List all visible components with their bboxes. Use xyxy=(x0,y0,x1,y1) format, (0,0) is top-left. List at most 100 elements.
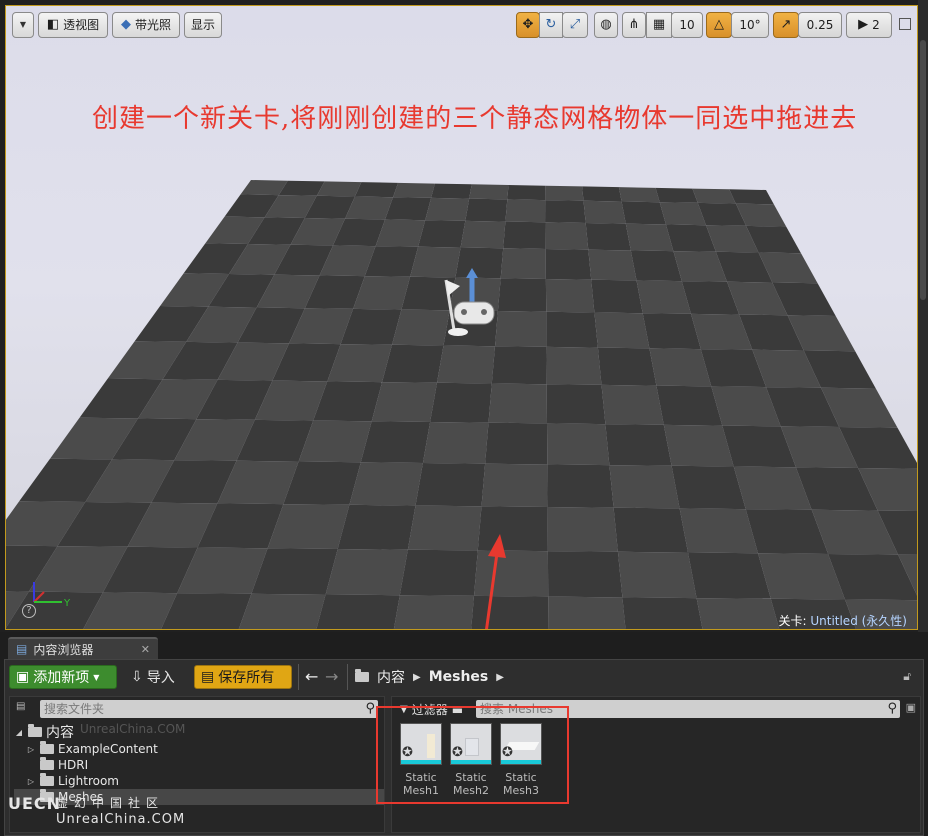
scale-snap-icon: ↗ xyxy=(780,17,792,32)
lit-mode-button[interactable]: ◆ 带光照 xyxy=(112,12,180,38)
floor-tile xyxy=(622,597,703,629)
tree-item[interactable]: ▷ Lightroom xyxy=(14,773,384,789)
expand-tree-icon[interactable]: ▤ xyxy=(16,701,25,712)
floor-tile xyxy=(385,197,432,221)
floor-tile xyxy=(692,188,736,204)
floor-tile xyxy=(545,200,586,223)
rotate-icon: ↻ xyxy=(545,17,557,32)
selection-highlight-annotation xyxy=(376,706,569,804)
expand-arrow-icon[interactable]: ◢ xyxy=(14,728,24,737)
add-icon: ▣ xyxy=(16,669,30,685)
level-viewport[interactable]: ▼ ◧ 透视图 ◆ 带光照 显示 ✥ ↻ ⤢ ◍ ⋔ ▦ 10 △ 10° ↗ 0.… xyxy=(0,0,928,632)
folder-search-input[interactable]: 搜索文件夹 ⚲ xyxy=(40,700,378,718)
chevron-down-icon: ▼ xyxy=(93,672,100,682)
back-arrow-icon[interactable]: ← xyxy=(305,667,318,686)
rotation-snap-value[interactable]: 10° xyxy=(731,12,769,38)
watermark-logo: UECN xyxy=(8,794,62,813)
world-local-button[interactable]: ◍ xyxy=(594,12,618,38)
chevron-right-icon[interactable]: ▶ xyxy=(413,672,421,683)
floor-tile xyxy=(418,220,466,248)
floor-tile xyxy=(469,184,509,200)
floor-tile xyxy=(507,185,546,201)
floor-tile xyxy=(360,421,431,463)
tutorial-annotation: 创建一个新关卡,将刚刚创建的三个静态网格物体一同选中拖进去 xyxy=(92,104,858,134)
expand-arrow-icon[interactable]: ▷ xyxy=(26,777,36,786)
grid-snap-value[interactable]: 10 xyxy=(671,12,703,38)
floor-tile xyxy=(609,465,680,509)
floor-tile xyxy=(601,384,664,425)
floor-tile xyxy=(437,345,495,384)
floor-tile xyxy=(546,346,602,385)
grid-snap-toggle[interactable]: ▦ xyxy=(646,12,672,38)
lock-icon[interactable]: 🔓︎ xyxy=(903,669,911,684)
angle-icon: △ xyxy=(714,17,724,32)
floor-tile xyxy=(545,185,584,201)
folder-icon xyxy=(40,757,54,770)
rotation-snap-toggle[interactable]: △ xyxy=(706,12,732,38)
save-search-icon[interactable]: ▣ xyxy=(906,701,916,714)
floor-tile xyxy=(585,223,631,251)
camera-speed-button[interactable]: ▶ 2 xyxy=(846,12,892,38)
watermark-chinese: 虚幻中国社区 xyxy=(56,796,165,810)
import-button[interactable]: ⇩ 导入 xyxy=(125,665,189,689)
scale-tool-button[interactable]: ⤢ xyxy=(562,12,588,38)
floor-tile xyxy=(481,463,548,507)
floor-tile xyxy=(605,424,672,466)
floor-tile xyxy=(663,424,734,467)
floor-tile xyxy=(545,249,592,280)
content-browser-toolbar: ▣ 添加新项 ▼ ⇩ 导入 ▤ 保存所有 ← → 内容 ▶ Meshes ▶ 🔓… xyxy=(5,660,923,694)
breadcrumb-item[interactable]: Meshes xyxy=(429,669,489,685)
help-icon[interactable]: ? xyxy=(22,604,36,618)
watermark-english: UnrealChina.COM xyxy=(56,812,186,827)
perspective-button[interactable]: ◧ 透视图 xyxy=(38,12,108,38)
floor-tile xyxy=(656,385,723,426)
forward-arrow-icon[interactable]: → xyxy=(325,667,338,686)
save-all-button[interactable]: ▤ 保存所有 xyxy=(194,665,292,689)
floor-tile xyxy=(618,187,660,203)
floor-tile xyxy=(430,382,492,423)
tree-item[interactable]: ▷ ExampleContent xyxy=(14,741,384,757)
floor-tile xyxy=(545,279,595,313)
breadcrumb-item[interactable]: 内容 xyxy=(377,667,405,687)
viewport-canvas[interactable]: ▼ ◧ 透视图 ◆ 带光照 显示 ✥ ↻ ⤢ ◍ ⋔ ▦ 10 △ 10° ↗ 0.… xyxy=(5,5,918,630)
floor-tile xyxy=(460,220,506,249)
add-new-button[interactable]: ▣ 添加新项 ▼ xyxy=(9,665,117,689)
move-icon: ✥ xyxy=(522,17,534,32)
folder-icon xyxy=(40,741,54,754)
chevron-right-icon[interactable]: ▶ xyxy=(496,672,504,683)
grid-icon: ▦ xyxy=(652,17,666,32)
rotate-tool-button[interactable]: ↻ xyxy=(539,12,563,38)
player-start-icon[interactable] xyxy=(438,268,498,340)
tree-item[interactable]: HDRI xyxy=(14,757,384,773)
viewport-options-button[interactable]: ▼ xyxy=(12,12,34,38)
floor-tile xyxy=(547,551,623,598)
maximize-viewport-icon[interactable] xyxy=(899,18,911,30)
scale-icon: ⤢ xyxy=(569,17,581,32)
viewport-scrollbar[interactable] xyxy=(918,0,928,632)
tab-content-browser[interactable]: ▤ 内容浏览器 ✕ xyxy=(8,637,158,659)
surface-snap-button[interactable]: ⋔ xyxy=(622,12,646,38)
scale-snap-value[interactable]: 0.25 xyxy=(798,12,842,38)
toolbar-divider xyxy=(298,664,299,690)
floor-tile xyxy=(547,464,614,508)
floor-tile xyxy=(613,507,688,553)
floor-tile xyxy=(546,384,606,425)
show-button[interactable]: 显示 xyxy=(184,12,222,38)
folder-icon xyxy=(40,773,54,786)
content-browser-icon: ▤ xyxy=(16,642,28,656)
scale-snap-toggle[interactable]: ↗ xyxy=(773,12,799,38)
floor-tile xyxy=(495,311,547,347)
floor-tile xyxy=(655,187,698,203)
floor-tile xyxy=(630,250,682,282)
floor-tile xyxy=(497,278,547,312)
floor-tile xyxy=(671,465,746,510)
close-icon[interactable]: ✕ xyxy=(141,643,150,656)
floor-tile xyxy=(349,462,423,506)
tree-item-content[interactable]: ◢ 内容 xyxy=(14,723,384,741)
translate-tool-button[interactable]: ✥ xyxy=(516,12,540,38)
expand-arrow-icon[interactable]: ▷ xyxy=(26,745,36,754)
floor-tile xyxy=(325,549,408,596)
floor-tile xyxy=(548,596,626,629)
folder-icon xyxy=(355,669,369,682)
toolbar-divider xyxy=(347,664,348,690)
